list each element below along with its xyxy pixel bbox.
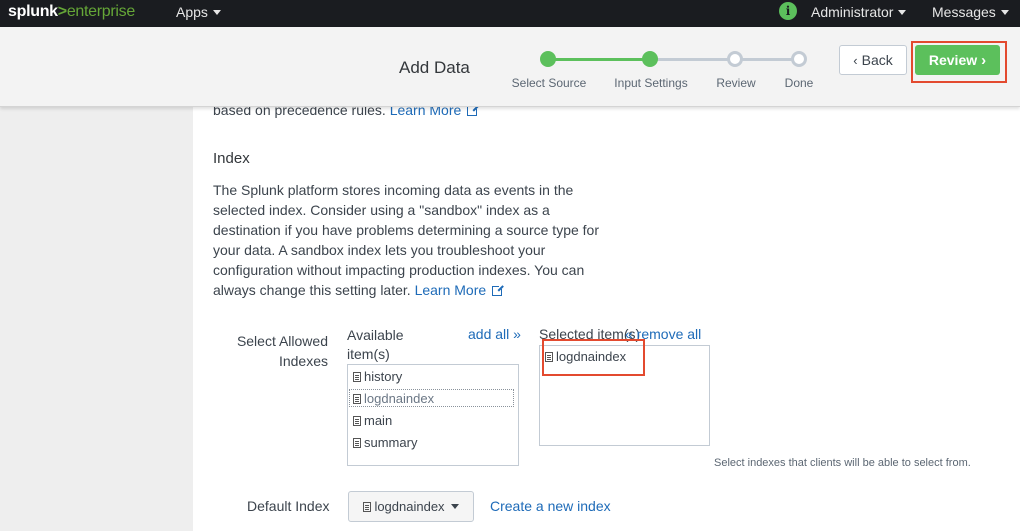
add-all-link[interactable]: add all »: [468, 326, 521, 342]
step-dot-input-settings: [642, 51, 658, 67]
info-icon[interactable]: i: [779, 2, 797, 20]
chevron-left-icon: ‹: [853, 52, 858, 68]
index-description: The Splunk platform stores incoming data…: [213, 182, 599, 298]
default-index-dropdown[interactable]: logdnaindex: [348, 491, 474, 522]
left-panel: [0, 107, 193, 531]
chevron-down-icon: [1000, 10, 1009, 15]
list-item[interactable]: logdnaindex: [353, 391, 434, 406]
splunk-logo[interactable]: splunk>enterprise: [8, 3, 135, 21]
progress-line-complete: [548, 58, 650, 61]
document-icon: [353, 372, 361, 382]
document-icon: [363, 501, 372, 512]
step-dot-done: [791, 51, 807, 67]
list-item[interactable]: summary: [353, 435, 417, 450]
user-menu[interactable]: Administrator: [811, 4, 907, 20]
create-index-link[interactable]: Create a new index: [490, 498, 611, 514]
apps-menu[interactable]: Apps: [176, 4, 221, 20]
top-nav-bar: splunk>enterprise Apps i Administrator M…: [0, 0, 1020, 27]
messages-menu[interactable]: Messages: [932, 4, 1009, 20]
allowed-indexes-label: Select Allowed Indexes: [236, 333, 328, 369]
document-icon: [353, 416, 361, 426]
list-item[interactable]: history: [353, 369, 402, 384]
step-dot-review: [727, 51, 743, 67]
list-item[interactable]: main: [353, 413, 392, 428]
document-icon: [353, 394, 361, 404]
helper-note: Select indexes that clients will be able…: [714, 457, 971, 469]
document-icon: [353, 438, 361, 448]
chevron-down-icon: [898, 10, 907, 15]
selected-item-highlight: [542, 339, 645, 376]
chevron-down-icon: [212, 10, 221, 15]
external-link-icon: [467, 104, 480, 116]
review-button-highlight: [911, 41, 1007, 83]
learn-more-link-2[interactable]: Learn More: [415, 282, 505, 298]
step-dot-select-source: [540, 51, 556, 67]
progress-line-remaining: [650, 58, 799, 61]
step-label-done: Done: [784, 76, 814, 90]
external-link-icon: [492, 284, 505, 296]
step-label-input-settings: Input Settings: [614, 76, 688, 90]
step-label-review: Review: [716, 76, 756, 90]
chevron-down-icon: [450, 504, 459, 509]
back-button[interactable]: ‹ Back: [839, 45, 907, 75]
default-index-label: Default Index: [247, 498, 330, 514]
page-title: Add Data: [399, 58, 470, 77]
add-data-wizard-header: Add Data Select Source Input Settings Re…: [0, 27, 1020, 107]
available-items-header: Available item(s): [347, 327, 404, 362]
step-label-select-source: Select Source: [511, 76, 587, 90]
index-section-title: Index: [213, 150, 250, 167]
